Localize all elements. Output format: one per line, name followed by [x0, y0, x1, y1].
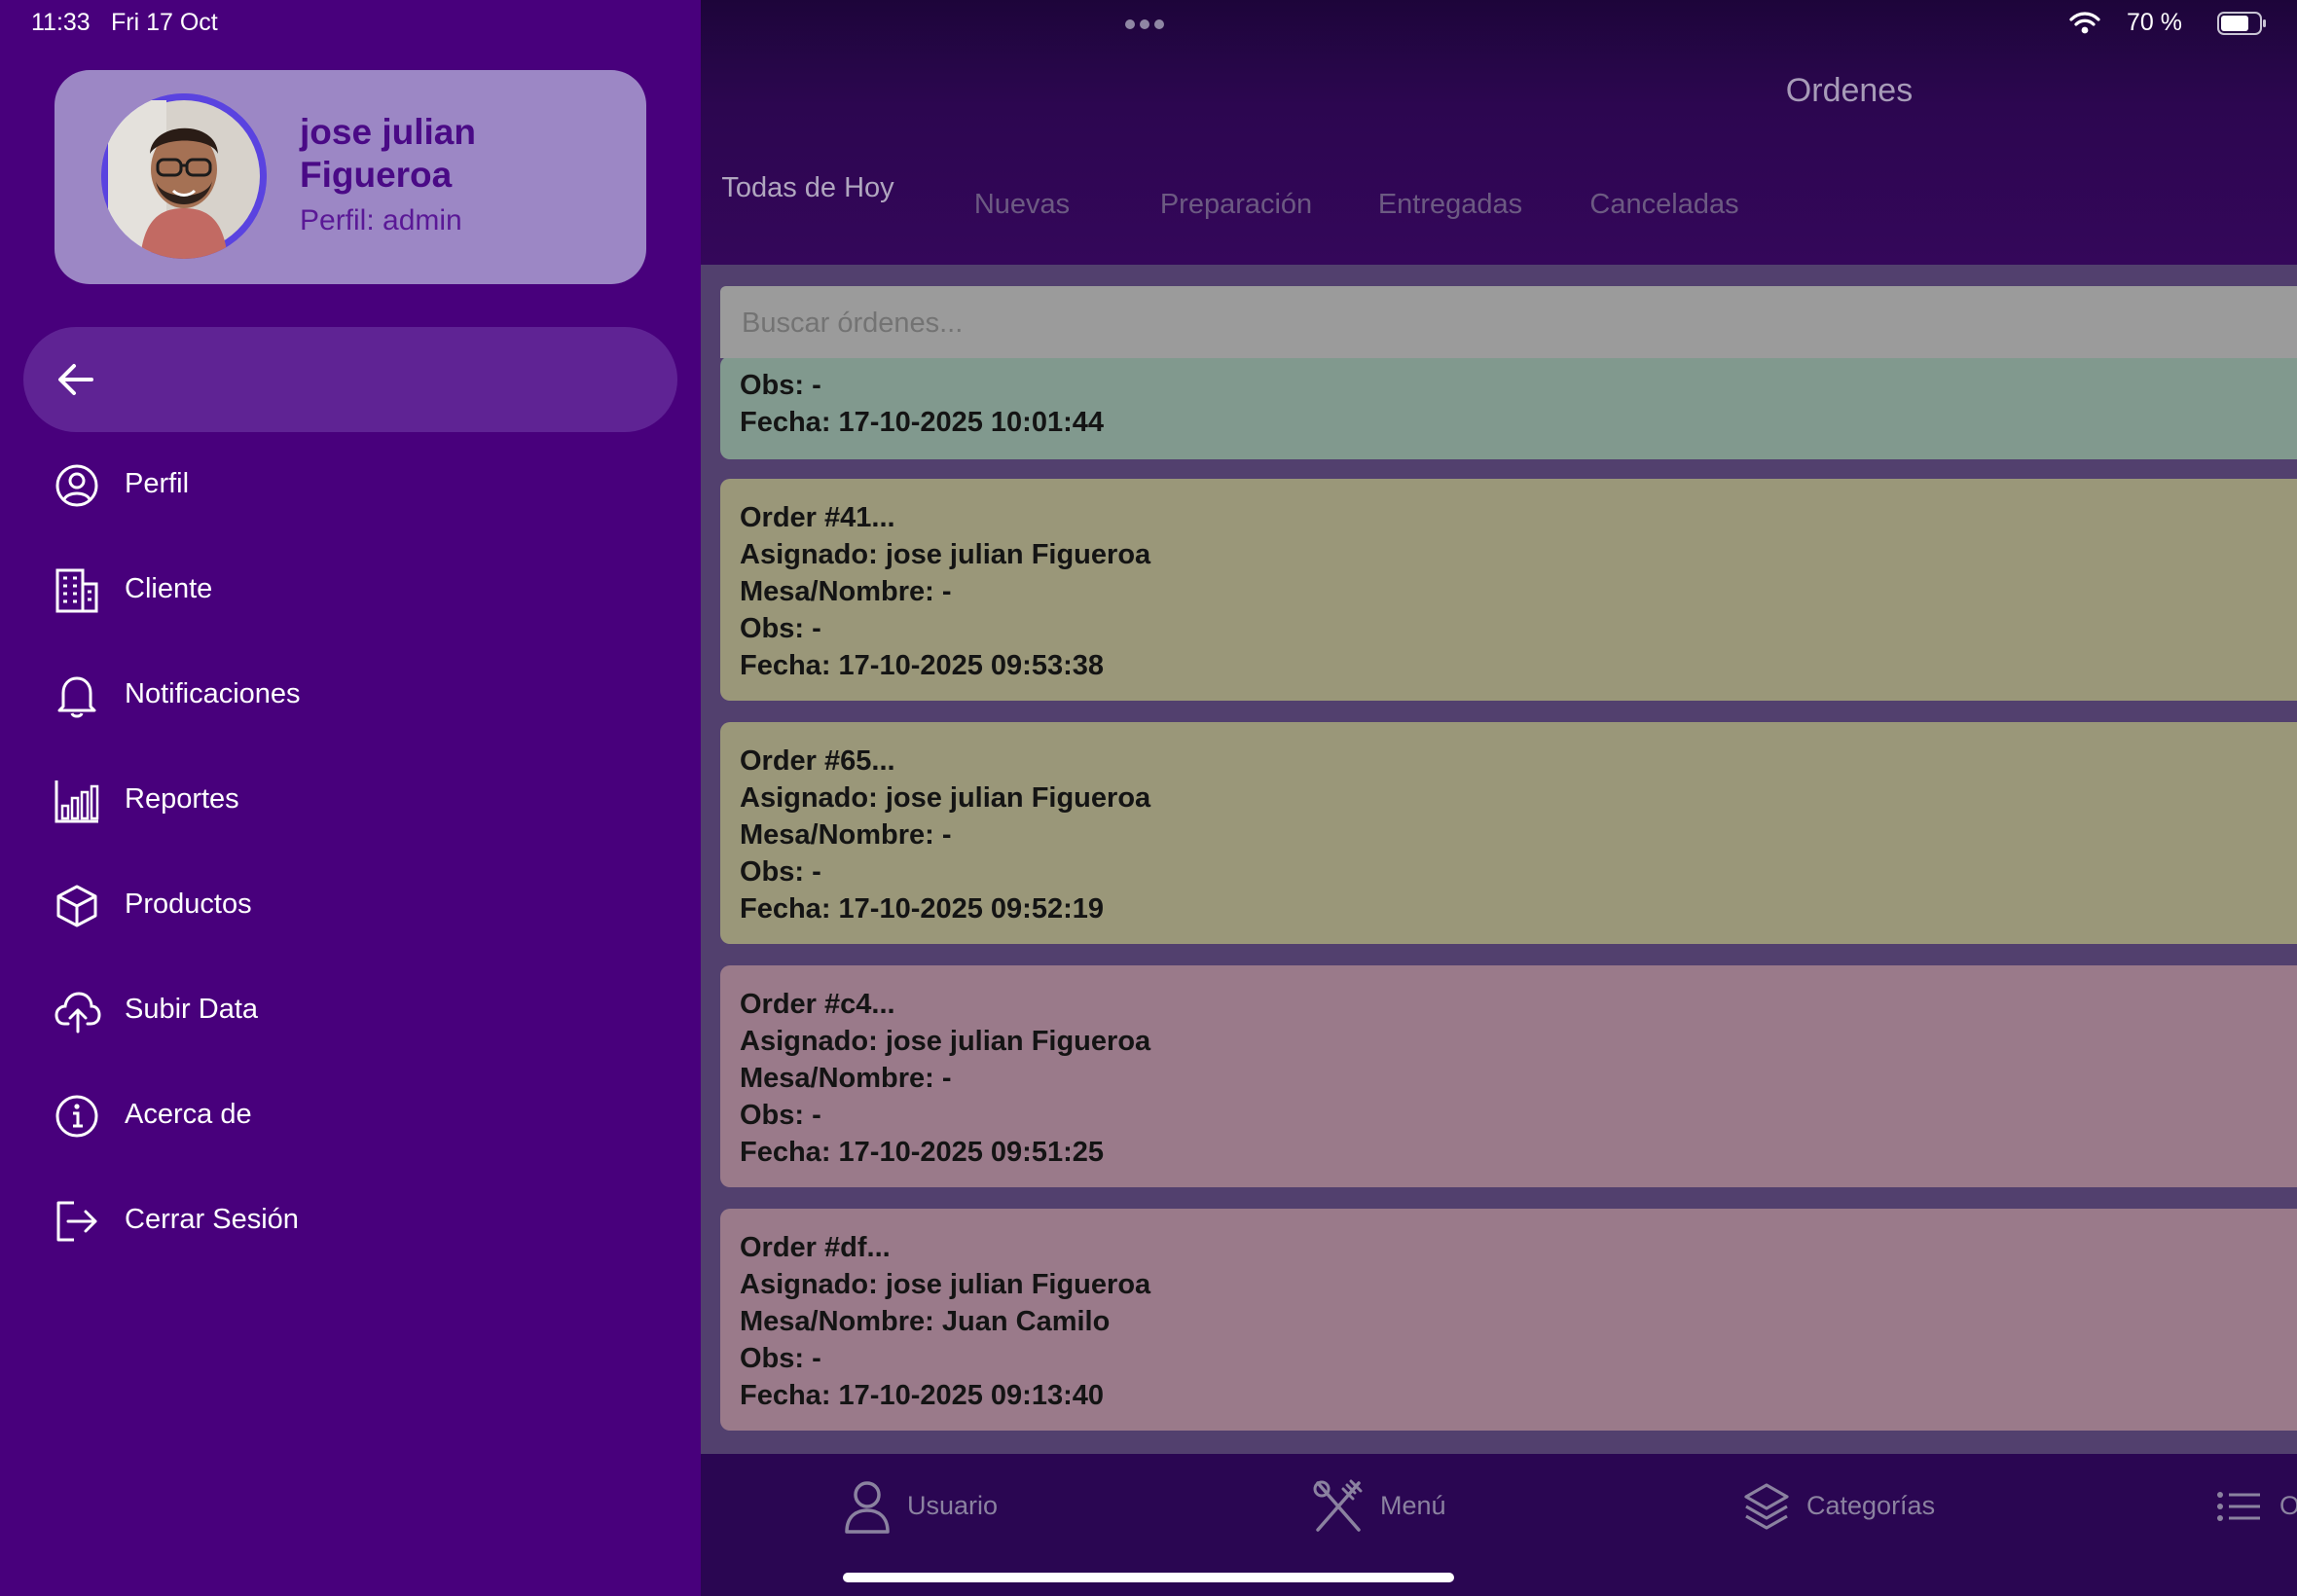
- nav-item-ordenes[interactable]: O: [2215, 1479, 2297, 1538]
- menu-item-perfil[interactable]: Perfil: [55, 452, 638, 520]
- order-title: Order #c4...: [740, 989, 895, 1020]
- nav-label: Categorías: [1806, 1491, 1936, 1520]
- wifi-icon: [2069, 12, 2100, 34]
- avatar: [101, 93, 267, 259]
- profile-name: jose julian Figueroa: [300, 112, 476, 195]
- menu-item-label: Perfil: [125, 468, 190, 499]
- order-fecha: Fecha: 17-10-2025 09:53:38: [740, 650, 1105, 681]
- tab-preparacion[interactable]: Preparación: [1139, 188, 1333, 222]
- order-asignado: Asignado: jose julian Figueroa: [740, 539, 1151, 570]
- tab-nuevas[interactable]: Nuevas: [925, 188, 1119, 222]
- search-bar: [720, 286, 2297, 360]
- profile-role: Perfil: admin: [300, 204, 462, 236]
- order-obs: Obs: -: [740, 1343, 821, 1374]
- nav-item-menu[interactable]: Menú: [1312, 1479, 1477, 1538]
- menu-item-label: Cerrar Sesión: [125, 1204, 299, 1235]
- status-date: Fri 17 Oct: [111, 9, 218, 36]
- avatar-photo: [101, 93, 267, 259]
- order-mesa: Mesa/Nombre: -: [740, 1063, 952, 1094]
- cloud-upload-icon: [55, 992, 101, 1034]
- order-fecha: Fecha: 17-10-2025 09:52:19: [740, 893, 1105, 925]
- order-obs: Obs: -: [740, 613, 821, 644]
- order-asignado: Asignado: jose julian Figueroa: [740, 1269, 1151, 1300]
- order-fecha: Fecha: 17-10-2025 10:01:44: [740, 407, 1105, 438]
- profile-card[interactable]: jose julian Figueroa Perfil: admin: [55, 70, 646, 284]
- menu-item-label: Acerca de: [125, 1099, 252, 1130]
- nav-label: Menú: [1380, 1491, 1446, 1520]
- search-input[interactable]: [740, 286, 2204, 360]
- menu-item-productos[interactable]: Productos: [55, 872, 638, 940]
- menu-item-acerca-de[interactable]: Acerca de: [55, 1082, 638, 1150]
- bell-icon: [57, 676, 96, 718]
- layers-icon: [1744, 1483, 1789, 1530]
- user-icon: [845, 1481, 890, 1534]
- bar-chart-icon: [55, 780, 99, 823]
- menu-item-label: Reportes: [125, 783, 239, 815]
- page-title: Ordenes: [1785, 72, 1914, 109]
- tab-canceladas[interactable]: Canceladas: [1567, 188, 1762, 222]
- order-obs: Obs: -: [740, 370, 821, 401]
- order-fecha: Fecha: 17-10-2025 09:13:40: [740, 1380, 1105, 1411]
- menu-item-reportes[interactable]: Reportes: [55, 767, 638, 835]
- order-obs: Obs: -: [740, 856, 821, 888]
- menu-item-cerrar-sesion[interactable]: Cerrar Sesión: [55, 1187, 638, 1255]
- status-time: 11:33: [31, 9, 91, 36]
- menu-item-label: Productos: [125, 889, 252, 920]
- list-icon: [2217, 1492, 2260, 1521]
- order-card[interactable]: Order #65... Asignado: jose julian Figue…: [720, 722, 2297, 944]
- tab-entregadas[interactable]: Entregadas: [1353, 188, 1548, 222]
- menu-item-label: Subir Data: [125, 994, 259, 1025]
- order-mesa: Mesa/Nombre: -: [740, 576, 952, 607]
- order-title: Order #41...: [740, 502, 895, 533]
- tab-todas-de-hoy[interactable]: Todas de Hoy: [711, 171, 905, 205]
- nav-item-categorias[interactable]: Categorías: [1742, 1479, 1956, 1538]
- nav-label: Usuario: [907, 1491, 999, 1520]
- more-dots-icon[interactable]: [1125, 17, 1172, 29]
- menu-item-label: Notificaciones: [125, 678, 301, 709]
- order-title: Order #df...: [740, 1232, 891, 1263]
- battery-percentage: 70 %: [2127, 9, 2182, 36]
- nav-item-usuario[interactable]: Usuario: [843, 1479, 1028, 1538]
- menu-item-notificaciones[interactable]: Notificaciones: [55, 662, 638, 730]
- box-icon: [56, 885, 97, 927]
- order-asignado: Asignado: jose julian Figueroa: [740, 1026, 1151, 1057]
- menu-item-label: Cliente: [125, 573, 213, 604]
- order-obs: Obs: -: [740, 1100, 821, 1131]
- info-icon: [55, 1095, 98, 1138]
- order-mesa: Mesa/Nombre: Juan Camilo: [740, 1306, 1111, 1337]
- logout-icon: [56, 1201, 97, 1242]
- arrow-left-icon: [58, 364, 93, 395]
- building-icon: [55, 568, 98, 613]
- side-drawer: 11:33 Fri 17 Oct jose julian Figueroa Pe…: [0, 0, 701, 1596]
- nav-label: O: [2279, 1491, 2297, 1520]
- order-card[interactable]: Order #df... Asignado: jose julian Figue…: [720, 1209, 2297, 1431]
- order-fecha: Fecha: 17-10-2025 09:51:25: [740, 1137, 1105, 1168]
- order-title: Order #65...: [740, 745, 895, 777]
- back-button[interactable]: [23, 327, 677, 432]
- order-card[interactable]: Order #c4... Asignado: jose julian Figue…: [720, 965, 2297, 1187]
- order-card[interactable]: Order #41... Asignado: jose julian Figue…: [720, 479, 2297, 701]
- menu-item-subir-data[interactable]: Subir Data: [55, 977, 638, 1045]
- home-indicator: [843, 1573, 1454, 1582]
- user-circle-icon: [55, 464, 98, 507]
- order-mesa: Mesa/Nombre: -: [740, 819, 952, 851]
- menu-item-cliente[interactable]: Cliente: [55, 557, 638, 625]
- order-asignado: Asignado: jose julian Figueroa: [740, 782, 1151, 814]
- battery-icon: [2217, 12, 2266, 35]
- order-card[interactable]: Obs: - Fecha: 17-10-2025 10:01:44: [720, 356, 2297, 459]
- utensils-icon: [1313, 1479, 1363, 1532]
